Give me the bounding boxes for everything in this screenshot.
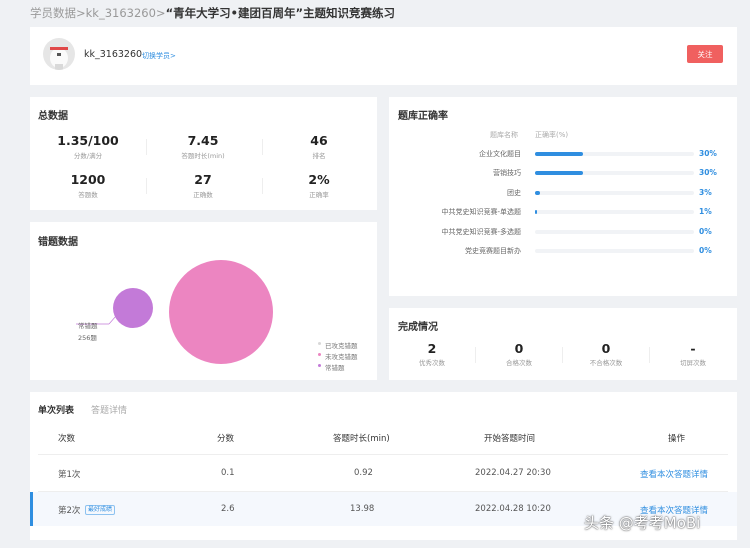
accuracy-percent: 30% (699, 168, 717, 178)
best-score-badge: 最好成绩 (85, 505, 116, 515)
accuracy-bar-track (535, 229, 694, 234)
excellent-count-label: 优秀次数 (419, 359, 445, 367)
avatar (43, 38, 75, 70)
accuracy-bar-track (535, 152, 694, 156)
attempt-score: 0.1 (221, 468, 235, 478)
avatar-icon (50, 47, 68, 70)
stat-correct-label: 正确数 (193, 191, 213, 199)
divider (146, 178, 147, 194)
username: kk_3163260 (84, 49, 143, 60)
table-row (30, 455, 737, 491)
attempt-start-time: 2022.04.27 20:30 (475, 468, 551, 478)
callout-value: 256题 (78, 334, 97, 342)
attempt-number: 第2次 (58, 506, 81, 516)
stat-duration-value: 7.45 (187, 133, 219, 148)
legend-dot (318, 353, 321, 356)
attempt-number: 第1次 (58, 470, 81, 480)
accuracy-header-rate: 正确率(%) (535, 131, 569, 139)
stat-answered-value: 1200 (70, 172, 106, 187)
attempt-start-time: 2022.04.28 10:20 (475, 504, 551, 514)
stat-duration-label: 答题时长(min) (181, 152, 225, 160)
divider (262, 139, 263, 155)
col-action: 操作 (668, 434, 686, 444)
bubble-unresolved-errors (169, 260, 273, 364)
stat-correct-value: 27 (194, 172, 212, 187)
bubble-frequent-errors (113, 288, 153, 328)
divider (146, 139, 147, 155)
tab-attempt-list[interactable]: 单次列表 (38, 403, 74, 416)
divider (262, 178, 263, 194)
attempt-score: 2.6 (221, 504, 235, 514)
stat-rank-label: 排名 (312, 152, 326, 160)
accuracy-bar-track (535, 249, 694, 253)
stat-answered-label: 答题数 (78, 191, 98, 199)
accuracy-bar-fill (535, 210, 537, 215)
accuracy-row-label: 中共党史知识竞赛-多选题 (441, 227, 521, 236)
accuracy-row-label: 中共党史知识竞赛-单选题 (441, 208, 521, 217)
follow-button[interactable]: 关注 (687, 45, 723, 63)
legend-dot (318, 364, 321, 367)
divider (649, 347, 650, 363)
excellent-count-value: 2 (427, 341, 437, 356)
accuracy-bar-track (535, 171, 694, 176)
breadcrumb: 学员数据>kk_3163260>“青年大学习•建团百周年”主题知识竞赛练习 (30, 5, 395, 21)
col-attempt: 次数 (58, 434, 76, 444)
divider (562, 347, 563, 363)
accuracy-bar-fill (535, 171, 583, 176)
accuracy-bar-fill (535, 190, 540, 195)
switch-student-link[interactable]: 切换学员> (142, 51, 176, 61)
stat-accuracy-label: 正确率 (309, 191, 329, 199)
pass-count-value: 0 (514, 341, 524, 356)
completion-title: 完成情况 (398, 322, 438, 333)
accuracy-row-label: 团史 (507, 188, 521, 197)
accuracy-percent: 30% (699, 149, 717, 158)
pass-count-label: 合格次数 (506, 359, 532, 367)
legend-label[interactable]: 未攻克错题 (325, 351, 358, 361)
accuracy-header-name: 题库名称 (490, 131, 518, 139)
accuracy-bar-track (535, 210, 694, 215)
stat-score-value: 1.35/100 (57, 133, 119, 148)
legend-dot (318, 342, 321, 345)
stat-accuracy-value: 2% (308, 172, 330, 187)
attempt-duration: 0.92 (354, 468, 373, 478)
col-duration: 答题时长(min) (333, 434, 390, 444)
summary-title: 总数据 (38, 111, 68, 122)
col-score: 分数 (217, 434, 235, 444)
accuracy-percent: 0% (699, 226, 712, 236)
accuracy-row-label: 企业文化题目 (479, 150, 521, 158)
accuracy-percent: 3% (699, 187, 712, 197)
divider (475, 347, 476, 363)
view-attempt-details-link[interactable]: 查看本次答题详情 (640, 468, 708, 480)
switch-screen-label: 切屏次数 (680, 359, 706, 367)
accuracy-title: 题库正确率 (398, 111, 448, 122)
stat-rank-value: 46 (310, 133, 328, 148)
attempt-duration: 13.98 (350, 504, 375, 514)
tab-answer-details[interactable]: 答题详情 (91, 403, 127, 416)
page-title: “青年大学习•建团百周年”主题知识竞赛练习 (165, 6, 396, 20)
accuracy-percent: 0% (699, 246, 712, 255)
breadcrumb-parent[interactable]: 学员数据>kk_3163260> (30, 6, 166, 20)
watermark: 头条 @考考MoBi (584, 514, 701, 532)
accuracy-row-label: 党史竞赛题目新办 (465, 247, 521, 255)
legend-label[interactable]: 常错题 (325, 362, 345, 372)
callout-name: 常错题 (78, 322, 98, 330)
fail-count-value: 0 (601, 341, 611, 356)
col-start-time: 开始答题时间 (484, 434, 536, 444)
switch-screen-value: - (690, 341, 696, 356)
accuracy-row-label: 营销技巧 (493, 169, 521, 178)
accuracy-bar-fill (535, 152, 583, 156)
fail-count-label: 不合格次数 (589, 359, 623, 367)
legend-label[interactable]: 已攻克错题 (325, 340, 358, 350)
stat-score-label: 分数/满分 (73, 152, 103, 160)
row-selected-indicator (30, 492, 33, 526)
accuracy-bar-track (535, 190, 694, 195)
accuracy-percent: 1% (699, 207, 712, 217)
